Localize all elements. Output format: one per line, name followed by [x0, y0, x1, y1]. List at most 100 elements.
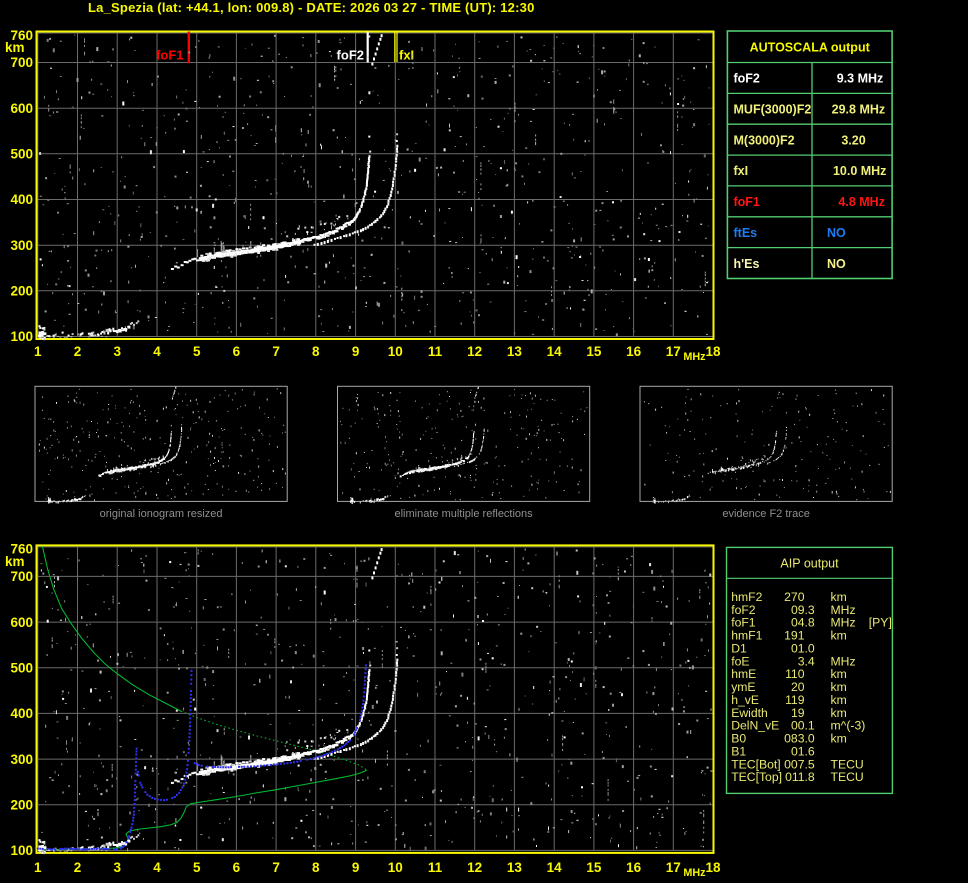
svg-text:10: 10: [388, 344, 403, 359]
svg-text:11: 11: [428, 860, 443, 875]
svg-text:083: 083: [784, 732, 805, 746]
svg-text:ftEs: ftEs: [734, 226, 758, 240]
svg-text:13: 13: [507, 344, 523, 359]
svg-text:011: 011: [785, 770, 805, 784]
svg-text:.8: .8: [805, 616, 815, 630]
svg-text:km: km: [831, 732, 847, 746]
svg-text:300: 300: [10, 238, 33, 253]
svg-text:13: 13: [507, 860, 523, 875]
svg-text:7: 7: [272, 860, 280, 875]
svg-text:17: 17: [666, 344, 681, 359]
svg-text:km: km: [831, 667, 847, 681]
svg-text:3: 3: [113, 344, 121, 359]
svg-text:h'Es: h'Es: [734, 257, 760, 271]
svg-text:.3: .3: [805, 603, 815, 617]
svg-text:.0: .0: [805, 641, 815, 655]
svg-text:km: km: [831, 629, 847, 643]
svg-text:110: 110: [785, 667, 805, 681]
svg-text:8: 8: [312, 860, 320, 875]
svg-text:foE: foE: [731, 654, 749, 668]
svg-text:500: 500: [10, 147, 33, 162]
svg-text:foF2: foF2: [734, 72, 760, 86]
svg-text:3: 3: [113, 860, 121, 875]
svg-text:foF1: foF1: [734, 195, 760, 209]
svg-text:400: 400: [10, 706, 33, 721]
svg-text:600: 600: [10, 615, 33, 630]
svg-text:.4: .4: [805, 654, 815, 668]
svg-text:MUF(3000)F2: MUF(3000)F2: [734, 103, 812, 117]
svg-text:119: 119: [785, 693, 805, 707]
svg-text:15: 15: [586, 860, 602, 875]
svg-text:MHz: MHz: [831, 654, 856, 668]
svg-text:2: 2: [74, 860, 82, 875]
svg-text:original ionogram resized: original ionogram resized: [100, 508, 223, 520]
svg-text:4.8 MHz: 4.8 MHz: [838, 195, 885, 209]
svg-text:12: 12: [467, 860, 482, 875]
svg-text:4: 4: [153, 344, 161, 359]
svg-text:5: 5: [193, 860, 201, 875]
svg-text:7: 7: [272, 344, 280, 359]
svg-text:007: 007: [784, 757, 805, 771]
svg-text:18: 18: [705, 860, 721, 875]
svg-text:18: 18: [705, 344, 721, 359]
svg-text:foF1: foF1: [156, 48, 183, 63]
svg-text:200: 200: [10, 284, 33, 299]
svg-text:[PY]: [PY]: [869, 616, 892, 630]
svg-text:Ewidth: Ewidth: [731, 706, 768, 720]
svg-text:foF2: foF2: [731, 603, 756, 617]
svg-text:km: km: [5, 40, 25, 55]
svg-text:14: 14: [547, 860, 563, 875]
svg-text:MHz: MHz: [831, 603, 856, 617]
svg-text:200: 200: [10, 797, 33, 812]
svg-text:100: 100: [10, 329, 33, 344]
svg-text:NO: NO: [827, 226, 846, 240]
svg-text:DelN_vE: DelN_vE: [731, 719, 779, 733]
svg-text:.8: .8: [805, 770, 815, 784]
svg-text:hmE: hmE: [731, 667, 756, 681]
svg-text:500: 500: [10, 660, 33, 675]
svg-text:km: km: [831, 706, 847, 720]
svg-text:9: 9: [352, 860, 360, 875]
svg-text:10: 10: [388, 860, 403, 875]
svg-text:D1: D1: [731, 641, 747, 655]
svg-text:4: 4: [153, 860, 161, 875]
svg-text:TEC[Bot]: TEC[Bot]: [731, 757, 780, 771]
svg-text:AUTOSCALA output: AUTOSCALA output: [750, 41, 871, 55]
svg-text:9.3 MHz: 9.3 MHz: [837, 72, 884, 86]
svg-text:14: 14: [547, 344, 563, 359]
svg-text:16: 16: [626, 860, 642, 875]
svg-text:1: 1: [34, 860, 42, 875]
svg-text:191: 191: [784, 629, 805, 643]
svg-text:foF2: foF2: [337, 48, 364, 63]
svg-text:6: 6: [233, 860, 241, 875]
svg-text:TECU: TECU: [831, 757, 864, 771]
svg-text:00: 00: [791, 719, 805, 733]
svg-text:fxI: fxI: [734, 164, 749, 178]
svg-text:12: 12: [467, 344, 482, 359]
svg-text:km: km: [831, 590, 847, 604]
svg-text:5: 5: [193, 344, 201, 359]
svg-text:3.20: 3.20: [841, 133, 865, 147]
svg-text:8: 8: [312, 344, 320, 359]
svg-text:700: 700: [10, 569, 33, 584]
svg-text:10.0 MHz: 10.0 MHz: [833, 164, 887, 178]
svg-text:.1: .1: [805, 719, 815, 733]
svg-text:300: 300: [10, 752, 33, 767]
svg-text:.5: .5: [805, 757, 815, 771]
svg-text:270: 270: [784, 590, 805, 604]
svg-text:NO: NO: [827, 257, 846, 271]
svg-text:AIP output: AIP output: [780, 557, 839, 571]
svg-text:MHz: MHz: [683, 351, 706, 363]
svg-text:hmF2: hmF2: [731, 590, 762, 604]
svg-text:16: 16: [626, 344, 642, 359]
svg-text:.0: .0: [805, 732, 815, 746]
svg-text:2: 2: [74, 344, 82, 359]
svg-text:9: 9: [352, 344, 360, 359]
svg-text:19: 19: [791, 706, 805, 720]
svg-text:17: 17: [666, 860, 681, 875]
svg-text:h_vE: h_vE: [731, 693, 759, 707]
svg-text:evidence F2 trace: evidence F2 trace: [722, 508, 809, 520]
svg-text:6: 6: [233, 344, 241, 359]
svg-text:600: 600: [10, 101, 33, 116]
svg-text:TEC[Top]: TEC[Top]: [731, 770, 782, 784]
